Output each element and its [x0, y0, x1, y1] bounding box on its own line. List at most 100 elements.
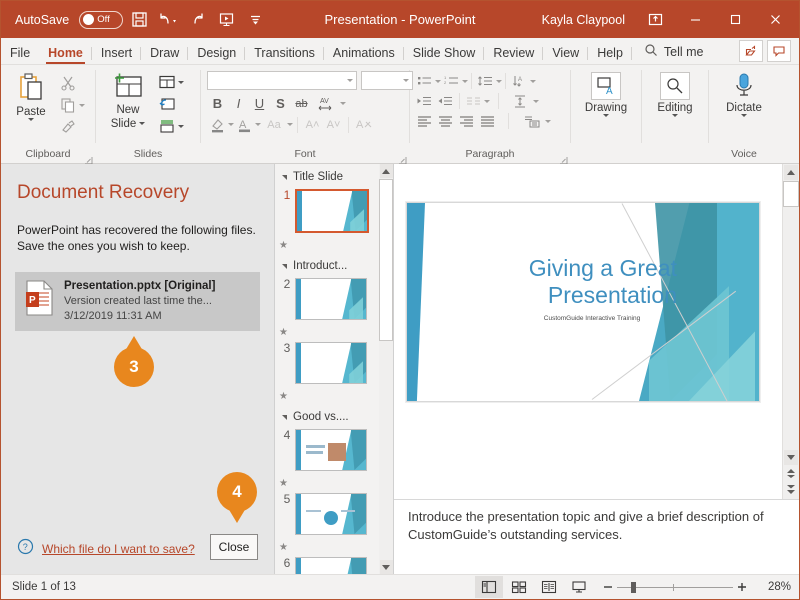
tab-insert[interactable]: Insert — [92, 43, 142, 64]
copy-button[interactable] — [57, 94, 79, 116]
layout-button[interactable] — [156, 71, 178, 93]
zoom-out-button[interactable] — [599, 576, 617, 598]
scrollbar-thumb[interactable] — [783, 181, 799, 207]
user-name[interactable]: Kayla Claypool — [542, 13, 625, 27]
zoom-slider[interactable] — [599, 576, 751, 598]
slide-sorter-view-button[interactable] — [505, 576, 533, 598]
increase-font-size-button[interactable]: A˄ — [302, 114, 323, 135]
chevron-down-icon[interactable] — [139, 121, 146, 125]
section-header-good-vs[interactable]: Good vs.... — [275, 404, 393, 427]
share-icon[interactable] — [739, 40, 763, 62]
tab-home[interactable]: Home — [39, 43, 92, 64]
reset-button[interactable] — [156, 93, 178, 115]
text-direction-button[interactable]: A — [509, 71, 530, 91]
format-painter-button[interactable] — [57, 116, 79, 138]
slide-thumbnail-5[interactable] — [295, 493, 367, 535]
tab-file[interactable]: File — [1, 43, 39, 64]
zoom-in-button[interactable] — [733, 576, 751, 598]
thumbnail-row[interactable]: 1 — [275, 187, 393, 239]
thumbnail-row[interactable]: 2 — [275, 276, 393, 326]
chevron-down-icon[interactable] — [496, 79, 502, 83]
align-text-button[interactable] — [507, 91, 533, 111]
tab-draw[interactable]: Draw — [141, 43, 189, 64]
reading-view-button[interactable] — [535, 576, 563, 598]
slide-thumbnail-2[interactable] — [295, 278, 367, 320]
section-header-introduction[interactable]: Introduct... — [275, 253, 393, 276]
chevron-down-icon[interactable] — [28, 118, 34, 121]
chevron-down-icon[interactable] — [178, 124, 184, 128]
chevron-down-icon[interactable] — [287, 123, 293, 126]
paste-button[interactable]: Paste — [5, 69, 57, 121]
decrease-font-size-button[interactable]: A˅ — [323, 114, 344, 135]
scroll-up-button[interactable] — [784, 165, 798, 180]
columns-button[interactable] — [463, 91, 484, 111]
italic-button[interactable]: I — [228, 93, 249, 114]
redo-icon[interactable] — [184, 7, 210, 33]
notes-pane[interactable]: Introduce the presentation topic and giv… — [394, 499, 799, 574]
chevron-down-icon[interactable] — [340, 102, 346, 105]
normal-view-button[interactable] — [475, 576, 503, 598]
strikethrough-button[interactable]: ab — [291, 93, 312, 114]
clipboard-dialog-launcher[interactable] — [84, 152, 93, 165]
convert-to-smartart-button[interactable] — [519, 111, 545, 131]
collapse-triangle-icon[interactable] — [282, 414, 287, 420]
clear-formatting-button[interactable]: A — [353, 114, 374, 135]
which-file-link[interactable]: Which file do I want to save? — [42, 542, 195, 556]
slide-thumbnail-4[interactable] — [295, 429, 367, 471]
text-highlight-color-button[interactable] — [207, 114, 228, 135]
scroll-up-button[interactable] — [379, 164, 393, 178]
chevron-down-icon[interactable] — [530, 79, 536, 83]
customize-qat-icon[interactable] — [242, 7, 268, 33]
editing-button[interactable]: Editing — [649, 69, 701, 117]
collapse-triangle-icon[interactable] — [282, 263, 287, 269]
thumbnail-row[interactable]: 3 — [275, 340, 393, 390]
change-case-button[interactable]: Aa — [261, 114, 287, 135]
font-dialog-launcher[interactable] — [398, 152, 407, 165]
text-shadow-button[interactable]: S — [270, 93, 291, 114]
chevron-down-icon[interactable] — [603, 114, 609, 117]
underline-button[interactable]: U — [249, 93, 270, 114]
align-center-button[interactable] — [435, 111, 456, 131]
tab-review[interactable]: Review — [484, 43, 544, 64]
undo-icon[interactable] — [155, 7, 181, 33]
slide-vertical-scrollbar[interactable] — [782, 164, 799, 499]
collapse-triangle-icon[interactable] — [282, 174, 287, 180]
chevron-down-icon[interactable] — [484, 99, 490, 103]
paragraph-dialog-launcher[interactable] — [559, 152, 568, 165]
save-icon[interactable] — [126, 7, 152, 33]
chevron-down-icon[interactable] — [178, 80, 184, 84]
chevron-down-icon[interactable] — [403, 79, 409, 82]
tab-design[interactable]: Design — [188, 43, 246, 64]
align-left-button[interactable] — [414, 111, 435, 131]
character-spacing-button[interactable]: AV — [312, 93, 340, 114]
thumbnail-row[interactable]: 6 — [275, 555, 393, 574]
tab-slide-show[interactable]: Slide Show — [404, 43, 485, 64]
zoom-level-label[interactable]: 28% — [757, 581, 791, 593]
scroll-down-button[interactable] — [784, 450, 798, 465]
chevron-down-icon[interactable] — [545, 119, 551, 123]
font-size-input[interactable] — [361, 71, 413, 90]
thumbnail-row[interactable]: 5 — [275, 491, 393, 541]
close-button[interactable]: Close — [210, 534, 258, 560]
decrease-indent-button[interactable] — [414, 91, 435, 111]
thumbnail-row[interactable]: 4 — [275, 427, 393, 477]
previous-slide-button[interactable] — [784, 466, 798, 481]
dictate-button[interactable]: Dictate — [718, 69, 770, 117]
tab-transitions[interactable]: Transitions — [245, 43, 324, 64]
tab-help[interactable]: Help — [588, 43, 632, 64]
tell-me-search[interactable]: Tell me — [632, 40, 712, 64]
slide-subtitle[interactable]: CustomGuide Interactive Training — [507, 315, 677, 322]
increase-indent-button[interactable] — [435, 91, 456, 111]
start-from-beginning-icon[interactable] — [213, 7, 239, 33]
font-name-input[interactable] — [207, 71, 357, 90]
chevron-down-icon[interactable] — [533, 99, 539, 103]
justify-button[interactable] — [477, 111, 498, 131]
chevron-down-icon[interactable] — [79, 103, 85, 107]
ribbon-display-options-icon[interactable] — [635, 1, 675, 38]
comments-icon[interactable] — [767, 40, 791, 62]
close-icon[interactable] — [755, 1, 795, 38]
maximize-icon[interactable] — [715, 1, 755, 38]
next-slide-button[interactable] — [784, 482, 798, 497]
section-button[interactable] — [156, 115, 178, 137]
new-slide-button[interactable]: New Slide — [100, 69, 156, 130]
